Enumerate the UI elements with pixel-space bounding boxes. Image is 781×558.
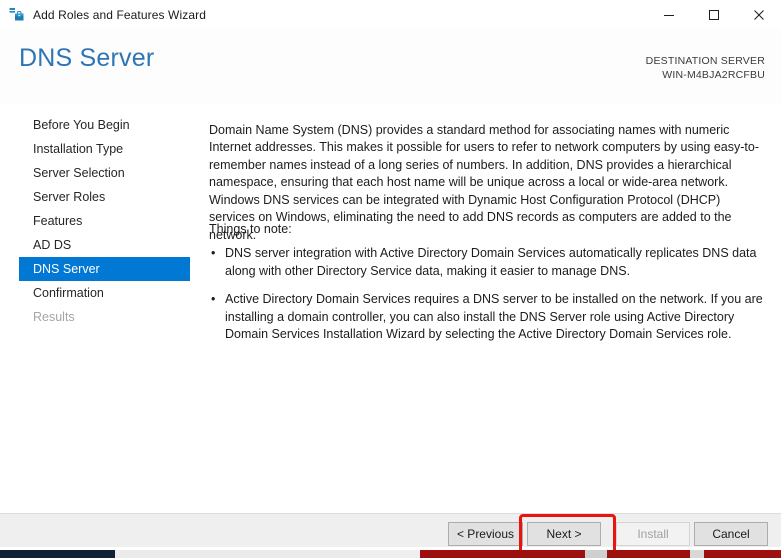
- destination-server-label: DESTINATION SERVER: [645, 55, 765, 67]
- wizard-footer: < Previous Next > Install Cancel: [0, 514, 781, 554]
- note-text: DNS server integration with Active Direc…: [225, 246, 757, 278]
- wizard-header: DNS Server DESTINATION SERVER WIN-M4BJA2…: [0, 29, 781, 105]
- close-icon[interactable]: [736, 0, 781, 29]
- window-title: Add Roles and Features Wizard: [33, 7, 206, 22]
- install-button-wrapper: Install: [616, 522, 690, 546]
- sidebar-item-server-selection[interactable]: Server Selection: [19, 161, 190, 185]
- next-button[interactable]: Next >: [527, 522, 601, 546]
- background-window-strip: [115, 550, 360, 558]
- minimize-icon[interactable]: [646, 0, 691, 29]
- list-item: • DNS server integration with Active Dir…: [209, 245, 767, 280]
- cancel-button-wrapper: Cancel: [694, 522, 768, 546]
- sidebar-item-installation-type[interactable]: Installation Type: [19, 137, 190, 161]
- dns-intro-paragraph: Domain Name System (DNS) provides a stan…: [209, 122, 760, 243]
- things-to-note-label: Things to note:: [209, 222, 292, 236]
- next-button-wrapper: Next >: [519, 514, 616, 554]
- bullet-icon: •: [211, 246, 216, 260]
- bullet-icon: •: [211, 292, 216, 307]
- sidebar-item-features[interactable]: Features: [19, 209, 190, 233]
- sidebar-item-before-you-begin[interactable]: Before You Begin: [19, 113, 190, 137]
- sidebar-item-confirmation[interactable]: Confirmation: [19, 281, 190, 305]
- notes-list: • DNS server integration with Active Dir…: [209, 245, 767, 355]
- sidebar-item-dns-server[interactable]: DNS Server: [19, 257, 190, 281]
- footer-button-group: < Previous Next > Install Cancel: [447, 514, 768, 554]
- maximize-icon[interactable]: [691, 0, 736, 29]
- sidebar-item-results: Results: [33, 310, 75, 324]
- destination-server-name: WIN-M4BJA2RCFBU: [662, 69, 765, 81]
- previous-button-wrapper: < Previous: [447, 522, 523, 546]
- wizard-content-pane: Domain Name System (DNS) provides a stan…: [191, 105, 781, 514]
- sidebar-item-server-roles[interactable]: Server Roles: [19, 185, 190, 209]
- background-strip-notch-b: [690, 550, 704, 558]
- destination-server-info: DESTINATION SERVER WIN-M4BJA2RCFBU: [646, 54, 765, 82]
- background-window-strip-gray: [360, 550, 420, 558]
- window-controls: [646, 0, 781, 29]
- sidebar-item-ad-ds[interactable]: AD DS: [19, 233, 190, 257]
- install-button: Install: [616, 522, 690, 546]
- wizard-sidebar-nav: Before You Begin Installation Type Serve…: [0, 105, 191, 514]
- list-item: • Active Directory Domain Services requi…: [209, 291, 767, 344]
- page-title: DNS Server: [19, 44, 155, 72]
- title-bar: Add Roles and Features Wizard: [0, 0, 781, 29]
- note-text: Active Directory Domain Services require…: [225, 292, 763, 342]
- add-roles-and-features-wizard-window: Add Roles and Features Wizard DNS Server…: [0, 0, 781, 558]
- toolbox-icon: [9, 7, 25, 23]
- background-taskbar-strip: [0, 550, 115, 558]
- background-strip-notch-a: [585, 550, 607, 558]
- cancel-button[interactable]: Cancel: [694, 522, 768, 546]
- previous-button[interactable]: < Previous: [447, 522, 523, 546]
